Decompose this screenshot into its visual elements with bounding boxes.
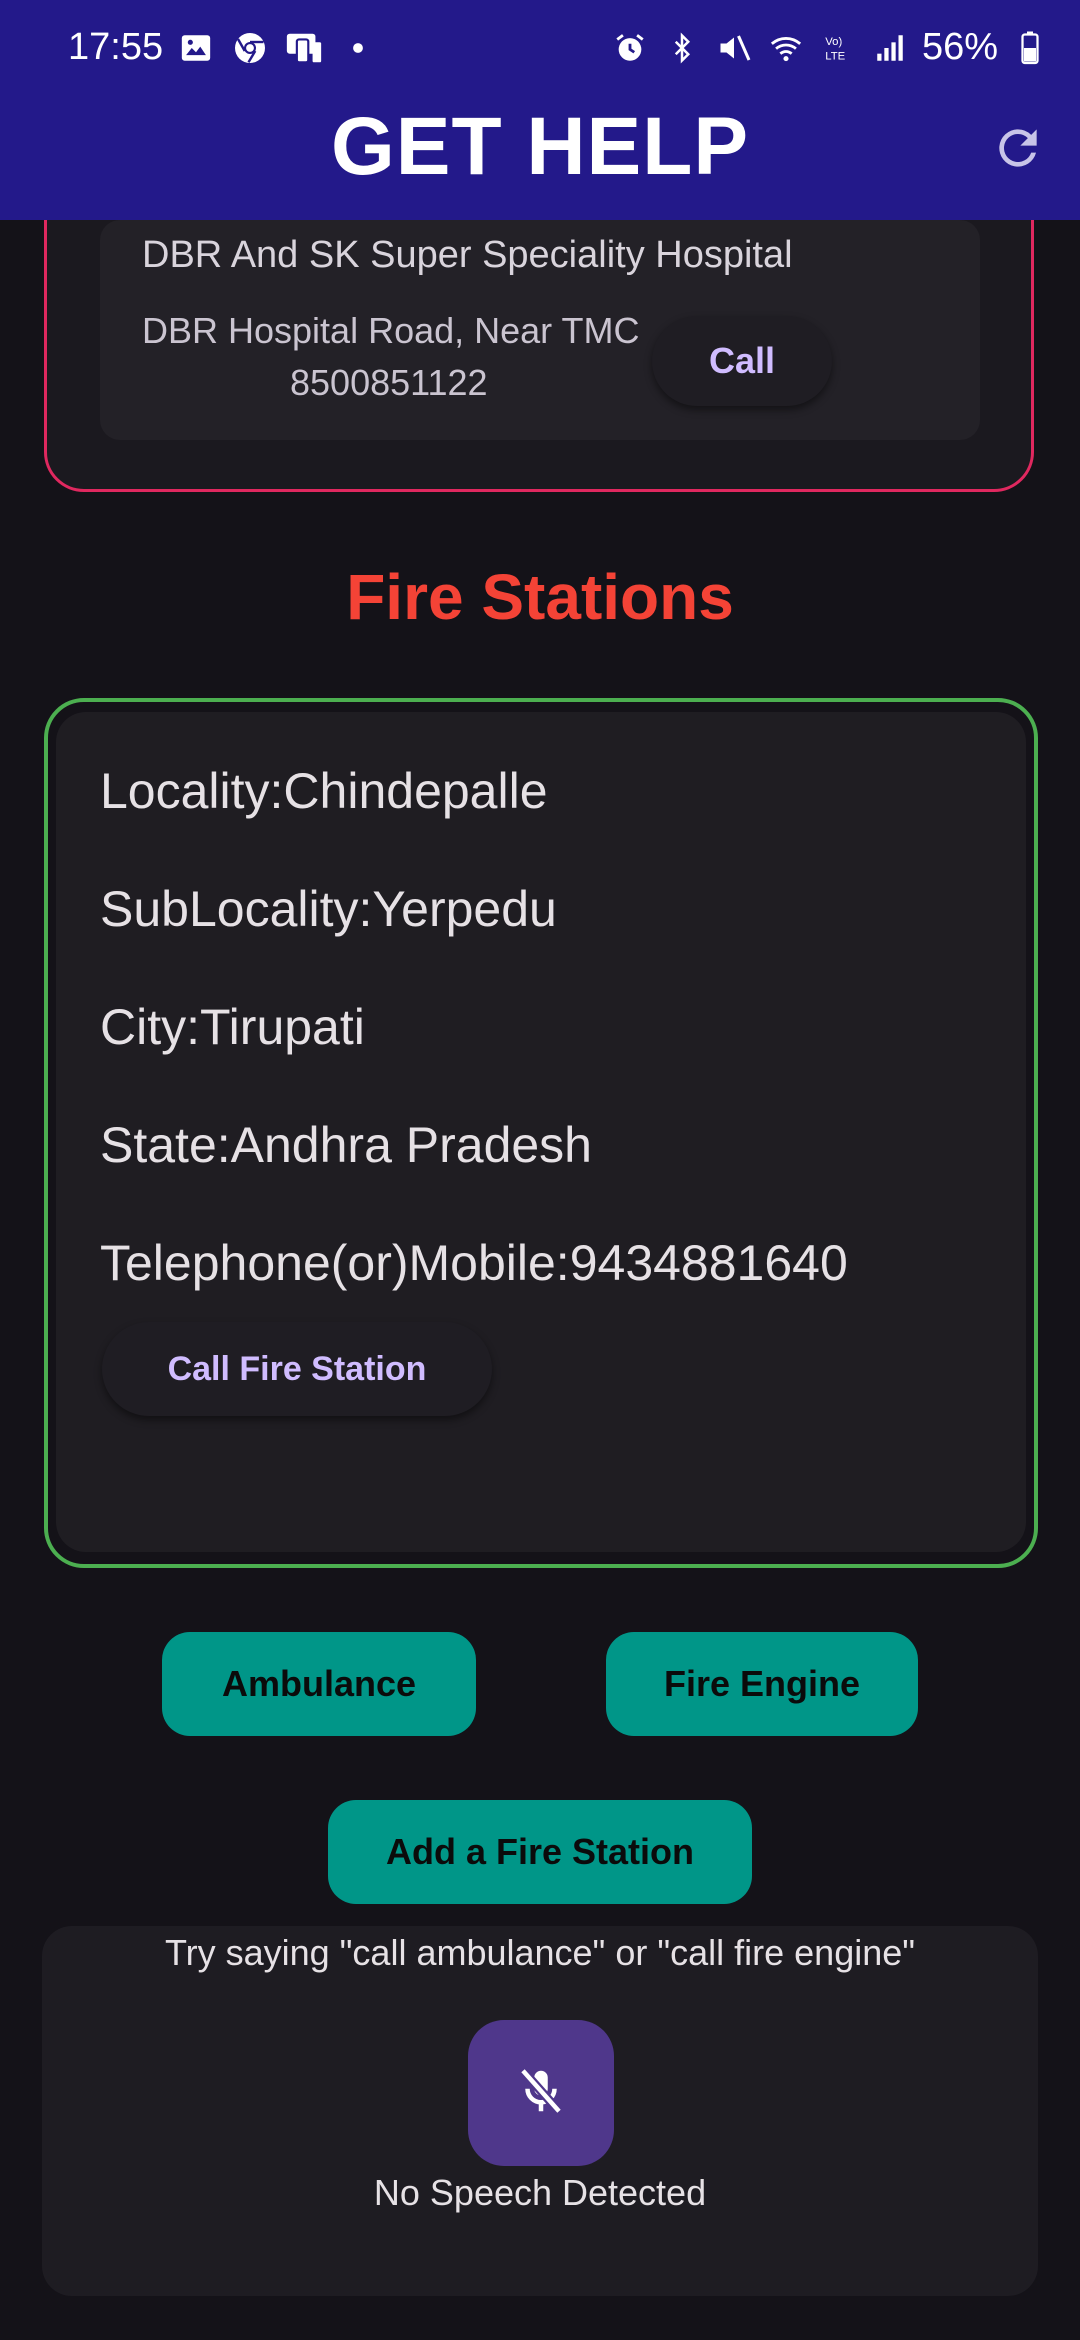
fire-stations-title: Fire Stations (346, 561, 734, 633)
fire-telephone: Telephone(or)Mobile:9434881640 (100, 1235, 848, 1291)
bluetooth-icon (662, 28, 702, 68)
wifi-icon (766, 28, 806, 68)
fire-engine-button[interactable]: Fire Engine (606, 1632, 918, 1736)
ambulance-button[interactable]: Ambulance (162, 1632, 476, 1736)
speech-status: No Speech Detected (373, 2172, 707, 2213)
svg-text:Vo): Vo) (825, 36, 842, 48)
volte-icon: Vo) LTE (818, 28, 858, 68)
alarm-icon (610, 28, 650, 68)
svg-text:LTE: LTE (825, 50, 845, 62)
screen-share-icon (284, 28, 324, 68)
speech-hint: Try saying "call ambulance" or "call fir… (164, 1932, 916, 1973)
fire-locality: Locality:Chindepalle (100, 763, 548, 819)
mic-button[interactable] (468, 2020, 614, 2166)
hospital-address: DBR Hospital Road, Near TMC (142, 310, 640, 351)
gallery-icon (176, 28, 216, 68)
battery-icon (1010, 28, 1050, 68)
signal-icon (870, 28, 910, 68)
refresh-icon[interactable] (990, 120, 1046, 176)
status-time: 17:55 (68, 26, 164, 68)
app-bar: 17:55 Vo) LTE 56% GET HELP (0, 0, 1080, 220)
hospital-call-button[interactable]: Call (652, 316, 832, 406)
battery-percent: 56% (921, 26, 998, 68)
page-title: GET HELP (330, 101, 750, 192)
chrome-icon (230, 28, 270, 68)
fire-state: State:Andhra Pradesh (100, 1117, 592, 1173)
hospital-phone: 8500851122 (290, 362, 488, 403)
call-fire-station-button[interactable]: Call Fire Station (102, 1322, 492, 1416)
fire-city: City:Tirupati (100, 999, 365, 1055)
dot-icon (338, 28, 378, 68)
hospital-name: DBR And SK Super Speciality Hospital (142, 234, 793, 276)
status-bar: 17:55 Vo) LTE 56% (0, 0, 1080, 96)
add-fire-station-button[interactable]: Add a Fire Station (328, 1800, 752, 1904)
fire-sublocality: SubLocality:Yerpedu (100, 881, 557, 937)
mute-icon (714, 28, 754, 68)
mic-off-icon (514, 2064, 568, 2123)
